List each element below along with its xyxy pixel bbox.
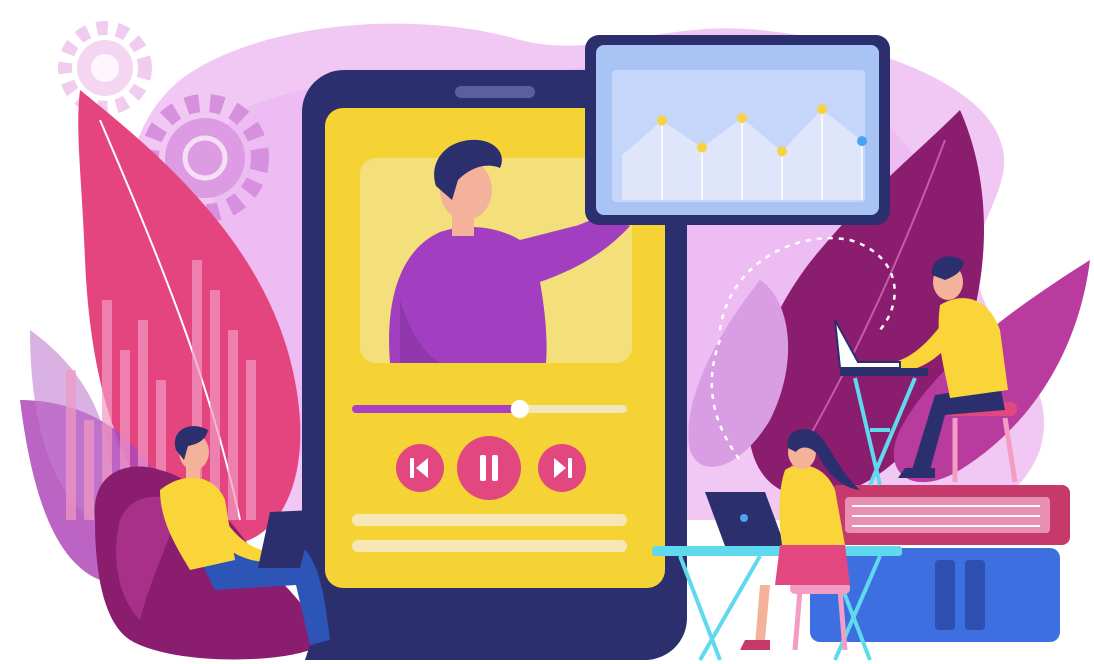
- student-shirt: [938, 298, 1008, 398]
- chart-point: [657, 115, 667, 126]
- gear-icon: [58, 21, 152, 115]
- table-top: [840, 368, 928, 376]
- rewind-button[interactable]: [396, 444, 444, 492]
- video-progress-handle[interactable]: [510, 400, 529, 418]
- chart-point: [737, 113, 747, 124]
- laptop-logo: [740, 514, 748, 522]
- books-stack: [810, 485, 1070, 642]
- online-learning-illustration: [0, 0, 1094, 664]
- text-line-placeholder: [352, 540, 627, 552]
- shoe: [740, 640, 770, 650]
- chart-point: [697, 142, 707, 153]
- video-progress-fill: [352, 405, 520, 413]
- chart-point: [857, 136, 867, 147]
- chart-point: [817, 104, 827, 115]
- book-bottom-label: [965, 560, 985, 630]
- pause-button[interactable]: [457, 436, 521, 500]
- presentation-monitor: [585, 35, 890, 225]
- desk-top: [652, 546, 902, 556]
- student-skirt: [775, 545, 850, 585]
- phone-speaker: [455, 86, 535, 98]
- line-chart-graphic: [622, 104, 867, 200]
- chart-point: [777, 146, 787, 157]
- fast-forward-button[interactable]: [538, 444, 586, 492]
- book-bottom-label: [935, 560, 955, 630]
- text-line-placeholder: [352, 514, 627, 526]
- student-leg: [755, 585, 770, 645]
